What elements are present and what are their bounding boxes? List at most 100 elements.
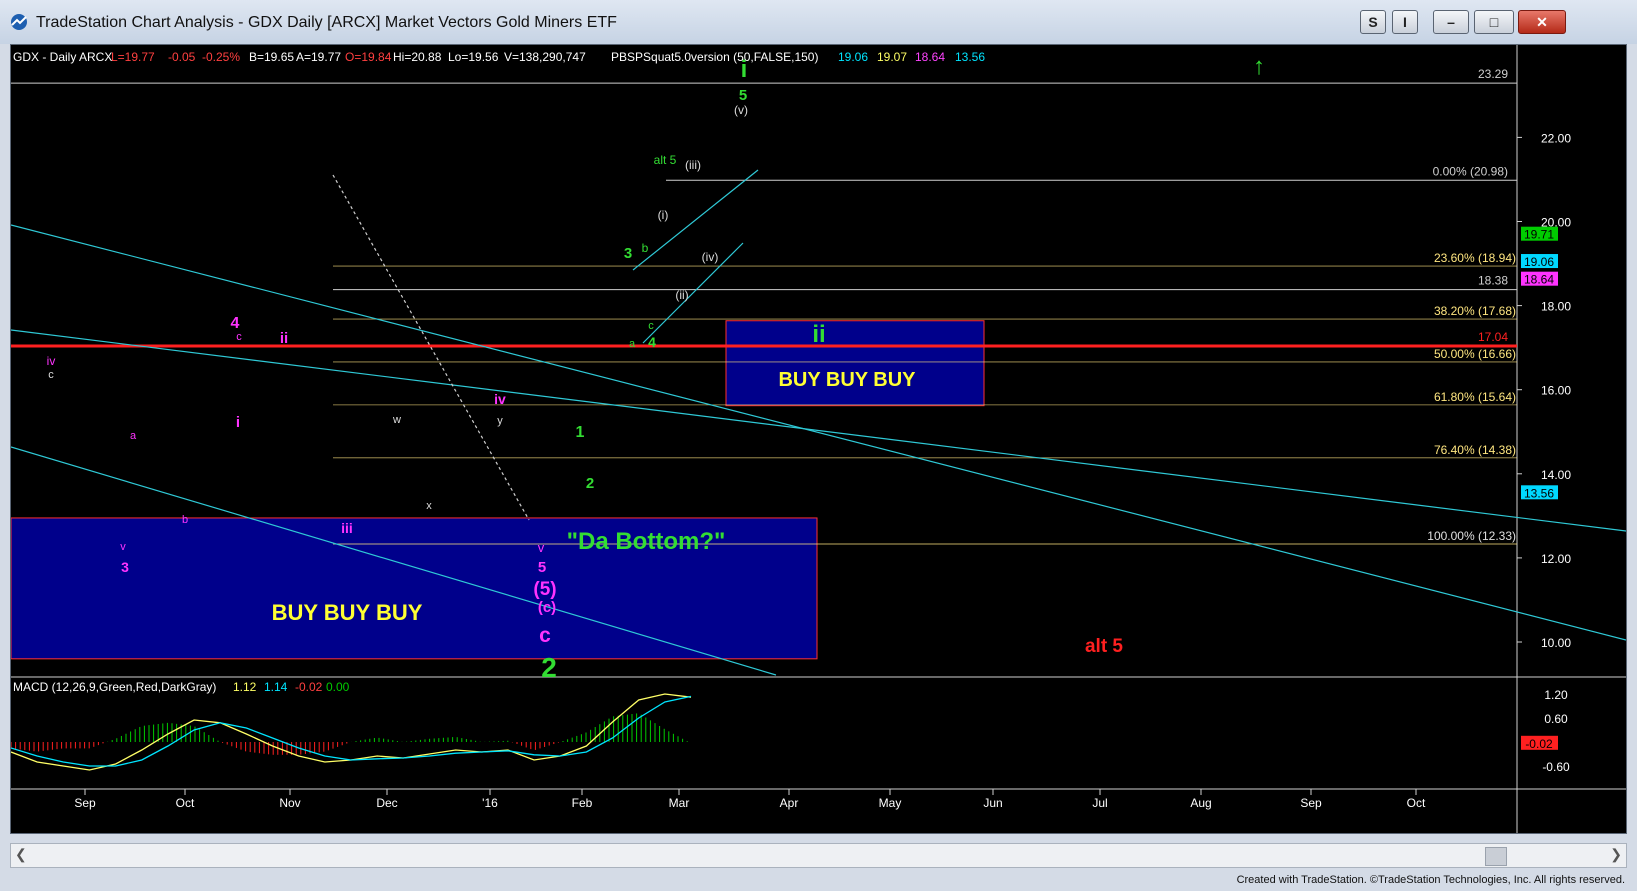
time-tick-label: Jul bbox=[1092, 796, 1107, 810]
buy-zone-label: BUY BUY BUY bbox=[272, 600, 423, 625]
price-tick-label: 10.00 bbox=[1541, 636, 1571, 650]
horizontal-level-label: 0.00% (20.98) bbox=[1433, 164, 1508, 178]
wave-label: 4 bbox=[648, 334, 656, 350]
wave-label: 1 bbox=[576, 424, 585, 441]
fib-level-label: 100.00% (12.33) bbox=[1427, 529, 1516, 543]
wave-label: (5) bbox=[533, 579, 556, 600]
wave-label: (iii) bbox=[685, 158, 701, 172]
wave-label: c bbox=[236, 331, 242, 343]
wave-label: 5 bbox=[538, 559, 546, 576]
macd-line bbox=[11, 693, 692, 771]
price-levels: 23.29 0.00% (20.98) 18.38 17.04 23.60% (18.9… bbox=[11, 67, 1517, 545]
macd-panel: MACD (12,26,9,Green,Red,DarkGray) 1.12 1.1… bbox=[11, 680, 1570, 774]
time-tick-label: Mar bbox=[669, 796, 690, 810]
wave-label: alt 5 bbox=[1085, 636, 1123, 657]
price-axis: 10.0012.0014.0016.0018.0020.0022.0019.71… bbox=[1517, 131, 1571, 650]
wave-label: 2 bbox=[541, 652, 557, 683]
macd-tick-label: 0.60 bbox=[1544, 712, 1568, 726]
macd-tick-label: 1.20 bbox=[1544, 688, 1568, 702]
trend-channel-line bbox=[632, 169, 759, 271]
fib-level-label: 50.00% (16.66) bbox=[1434, 347, 1516, 361]
wave-label: (v) bbox=[734, 103, 748, 117]
interval-link-button[interactable]: I bbox=[1392, 10, 1418, 34]
header-field: PBSPSquat5.0version (50,FALSE,150) bbox=[611, 50, 818, 64]
time-tick-label: '16 bbox=[482, 796, 498, 810]
wave-label: ↑ bbox=[1253, 53, 1265, 80]
macd-marker-label: -0.02 bbox=[1525, 737, 1553, 751]
buy-zone-box bbox=[725, 320, 985, 407]
header-field: L=19.77 bbox=[111, 50, 155, 64]
wave-label: alt 5 bbox=[654, 153, 677, 167]
header-field: 13.56 bbox=[955, 50, 985, 64]
header-field: -0.05 bbox=[168, 50, 196, 64]
time-tick-label: Feb bbox=[572, 796, 593, 810]
price-chart[interactable]: BUY BUY BUY BUY BUY BUY 23.29 0.00% (20.98… bbox=[11, 45, 1626, 833]
wave-label: (i) bbox=[658, 208, 669, 222]
window-title: TradeStation Chart Analysis - GDX Daily … bbox=[36, 14, 617, 31]
price-marker-label: 19.06 bbox=[1524, 255, 1554, 269]
horizontal-scrollbar[interactable]: ❮ ❯ bbox=[10, 843, 1627, 868]
chart-header: GDX - Daily ARCXL=19.77 -0.05 -0.25% B=19.6… bbox=[13, 50, 985, 64]
macd-value: 1.12 bbox=[233, 680, 257, 694]
header-field: V=138,290,747 bbox=[504, 50, 586, 64]
price-tick-label: 22.00 bbox=[1541, 131, 1571, 145]
macd-label: MACD (12,26,9,Green,Red,DarkGray) bbox=[13, 680, 216, 694]
time-tick-label: Nov bbox=[279, 796, 300, 810]
macd-tick-label: -0.60 bbox=[1542, 760, 1570, 774]
dashed-fib-line bbox=[332, 174, 530, 521]
time-tick-label: Sep bbox=[74, 796, 96, 810]
wave-label: ii bbox=[812, 321, 825, 348]
wave-label: 3 bbox=[624, 245, 632, 262]
scroll-thumb[interactable] bbox=[1485, 847, 1507, 866]
wave-label: c bbox=[48, 369, 54, 381]
footer-credit: Created with TradeStation. ©TradeStation… bbox=[1236, 874, 1625, 886]
wave-label: v bbox=[538, 540, 545, 555]
time-tick-label: Sep bbox=[1300, 796, 1322, 810]
macd-value: -0.02 bbox=[295, 680, 323, 694]
wave-label: b bbox=[182, 514, 188, 526]
header-field: 18.64 bbox=[915, 50, 945, 64]
fib-level-label: 23.60% (18.94) bbox=[1434, 251, 1516, 265]
wave-label: y bbox=[497, 415, 503, 427]
header-field: A=19.77 bbox=[296, 50, 341, 64]
price-tick-label: 18.00 bbox=[1541, 300, 1571, 314]
header-field: 19.07 bbox=[877, 50, 907, 64]
header-field: 19.06 bbox=[838, 50, 868, 64]
wave-label: 2 bbox=[586, 475, 594, 492]
buy-zones: BUY BUY BUY BUY BUY BUY bbox=[11, 320, 985, 660]
macd-value: 0.00 bbox=[326, 680, 350, 694]
wave-label: x bbox=[426, 500, 432, 512]
header-field: O=19.84 bbox=[345, 50, 392, 64]
header-field: Hi=20.88 bbox=[393, 50, 442, 64]
macd-value: 1.14 bbox=[264, 680, 288, 694]
grid bbox=[11, 45, 1626, 833]
time-tick-label: Oct bbox=[1407, 796, 1426, 810]
chart-area[interactable]: BUY BUY BUY BUY BUY BUY 23.29 0.00% (20.98… bbox=[10, 44, 1627, 834]
wave-label: iii bbox=[341, 520, 353, 536]
window-titlebar: TradeStation Chart Analysis - GDX Daily … bbox=[0, 0, 1637, 44]
wave-label: 4 bbox=[231, 315, 240, 332]
horizontal-level-label: 17.04 bbox=[1478, 330, 1508, 344]
close-button[interactable]: ✕ bbox=[1518, 10, 1566, 34]
time-tick-label: Jun bbox=[983, 796, 1002, 810]
time-tick-label: May bbox=[879, 796, 902, 810]
symbol-link-button[interactable]: S bbox=[1360, 10, 1386, 34]
fib-level-label: 61.80% (15.64) bbox=[1434, 390, 1516, 404]
wave-label: (iv) bbox=[702, 250, 719, 264]
scroll-left-icon[interactable]: ❮ bbox=[15, 846, 27, 863]
time-tick-label: Apr bbox=[780, 796, 799, 810]
price-marker-label: 18.64 bbox=[1524, 273, 1554, 287]
wave-label: iv bbox=[47, 354, 56, 368]
wave-label: a bbox=[130, 430, 137, 442]
horizontal-level-label: 23.29 bbox=[1478, 67, 1508, 81]
price-marker-label: 19.71 bbox=[1524, 228, 1554, 242]
scroll-right-icon[interactable]: ❯ bbox=[1610, 846, 1622, 863]
wave-label: w bbox=[392, 414, 401, 426]
macd-signal-line bbox=[11, 695, 692, 767]
wave-label: b bbox=[642, 241, 649, 255]
minimize-button[interactable]: – bbox=[1433, 10, 1469, 34]
wave-label: c bbox=[648, 320, 654, 332]
header-field: Lo=19.56 bbox=[448, 50, 499, 64]
time-tick-label: Aug bbox=[1190, 796, 1211, 810]
maximize-button[interactable]: □ bbox=[1474, 10, 1514, 34]
